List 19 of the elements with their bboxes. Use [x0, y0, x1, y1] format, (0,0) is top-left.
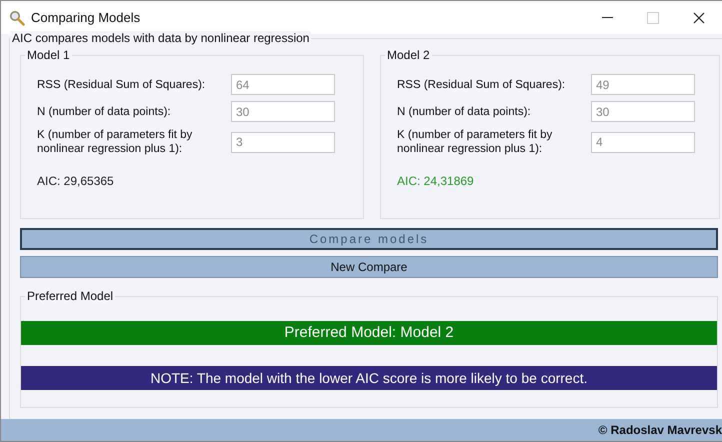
note-banner: NOTE: The model with the lower AIC score is more likely to be correct.: [21, 366, 717, 390]
field-label: N (number of data points):: [397, 104, 532, 118]
field-label: RSS (Residual Sum of Squares):: [37, 78, 206, 92]
field-label: N (number of data points):: [37, 104, 172, 118]
result-banner: Preferred Model: Model 2: [21, 321, 717, 345]
group-title: Model 1: [25, 48, 72, 62]
field-label: K (number of parameters fit by nonlinear regression plus 1):: [37, 128, 194, 156]
close-button[interactable]: [693, 12, 705, 24]
aic-score: AIC: 29,65365: [37, 174, 115, 188]
magnifier-icon: [9, 10, 25, 26]
aic-score: AIC: 24,31869: [397, 174, 475, 188]
group-title: Model 2: [385, 48, 432, 62]
group-title: Preferred Model: [25, 289, 116, 303]
copyright-text: © Radoslav Mavrevsk: [598, 423, 722, 437]
action-button[interactable]: New Compare: [20, 256, 718, 278]
window-title: Comparing Models: [31, 10, 140, 25]
field-label: RSS (Residual Sum of Squares):: [397, 78, 566, 92]
field-label: K (number of parameters fit by nonlinear regression plus 1):: [397, 128, 554, 156]
group-title: AIC compares models with data by nonlinear regression: [10, 31, 312, 45]
